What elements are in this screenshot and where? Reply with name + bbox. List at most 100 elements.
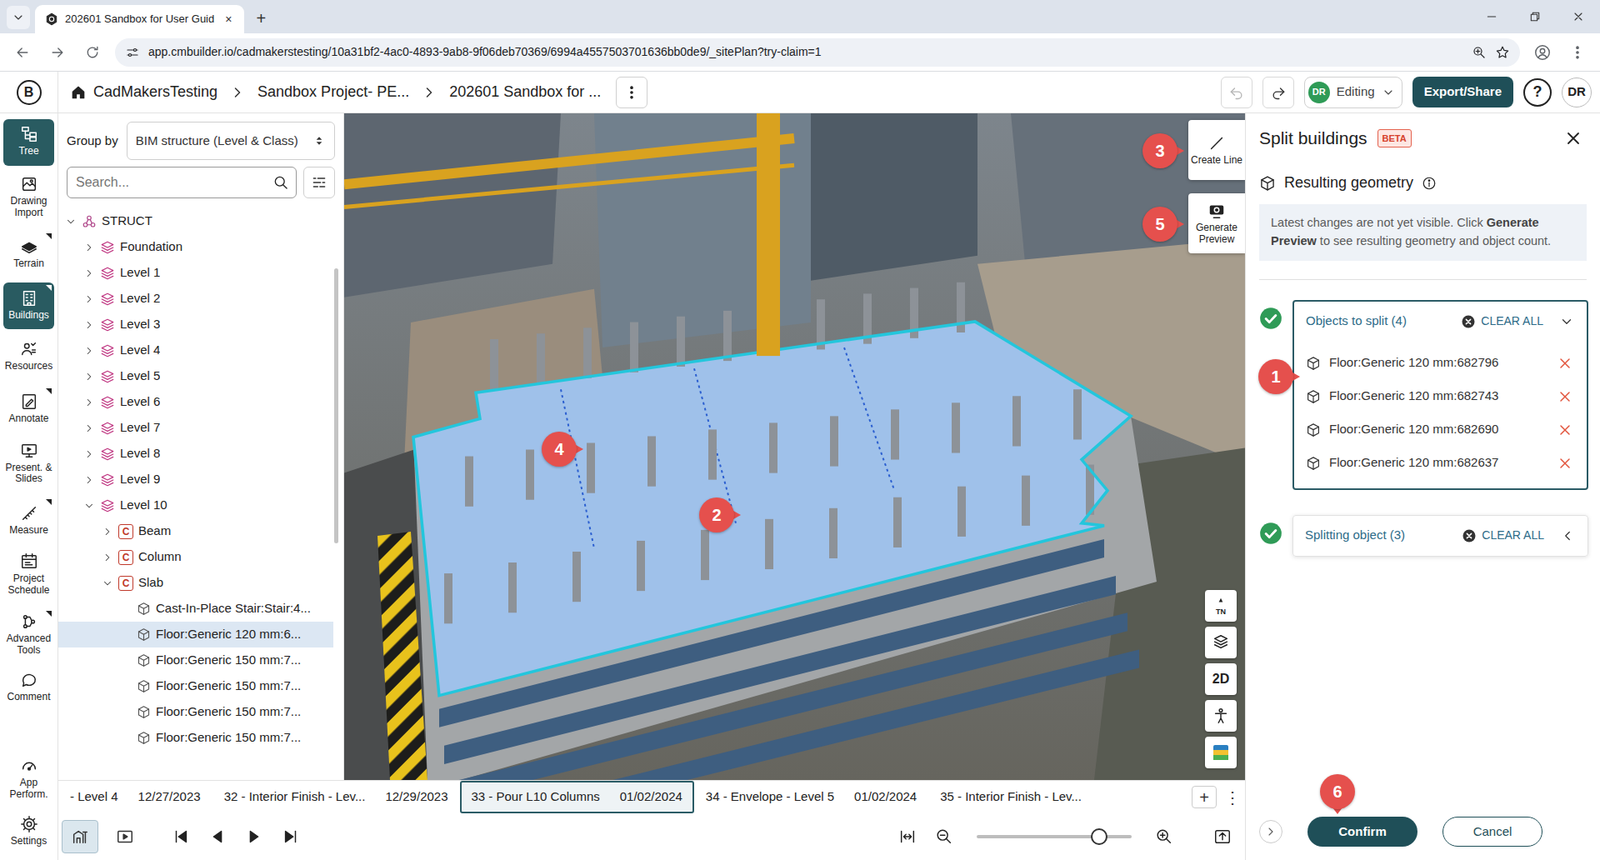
tree-node[interactable]: Floor:Generic 150 mm:7...: [58, 725, 334, 751]
rail-item[interactable]: Project Schedule: [3, 548, 55, 604]
reload-button[interactable]: [80, 40, 105, 65]
breadcrumb[interactable]: CadMakersTesting: [70, 80, 218, 104]
tree-node[interactable]: Level 5: [58, 363, 334, 390]
breadcrumb[interactable]: Sandbox Project- PE...: [257, 80, 410, 104]
clear-all-button[interactable]: CLEAR ALL: [1461, 526, 1545, 545]
tree-node[interactable]: STRUCT: [58, 208, 334, 235]
back-button[interactable]: [10, 40, 35, 65]
tree-node-label[interactable]: Column: [138, 547, 182, 567]
tree-node[interactable]: Level 9: [58, 466, 334, 493]
rail-item[interactable]: Drawing Import: [3, 170, 55, 226]
tree-node-label[interactable]: Level 3: [120, 315, 160, 335]
tree-node-label[interactable]: Floor:Generic 150 mm:7...: [155, 676, 301, 696]
browser-tab[interactable]: 202601 Sandbox for User Guid×: [35, 5, 245, 34]
logo[interactable]: B: [16, 80, 42, 105]
zoom-slider[interactable]: [976, 835, 1132, 839]
tree-node[interactable]: Floor:Generic 150 mm:7...: [58, 673, 334, 700]
3d-viewport[interactable]: Create LineGenerate PreviewTN2D: [344, 113, 1245, 780]
filter-button[interactable]: [303, 166, 335, 199]
timeline-item[interactable]: 34 - Envelope - Level 501/02/2024: [694, 780, 929, 814]
close-panel-button[interactable]: [1560, 125, 1587, 152]
rail-item[interactable]: Terrain: [3, 230, 55, 278]
breadcrumb-label[interactable]: 202601 Sandbox for ...: [449, 80, 601, 104]
browser-menu-button[interactable]: [1565, 40, 1590, 65]
breadcrumb[interactable]: 202601 Sandbox for ...: [449, 80, 601, 104]
redo-button[interactable]: [1262, 76, 1295, 109]
confirm-button[interactable]: Confirm: [1307, 816, 1418, 848]
zoom-in-button[interactable]: [1150, 822, 1179, 851]
tree-node[interactable]: Level 1: [58, 260, 334, 286]
view-nav-button[interactable]: [1205, 626, 1237, 659]
view-nav-button[interactable]: [1205, 736, 1237, 769]
tree-node[interactable]: CColumn: [58, 544, 334, 570]
rail-item[interactable]: Comment: [3, 665, 55, 712]
tree-node-label[interactable]: Level 10: [120, 495, 168, 515]
skip-start-button[interactable]: [166, 822, 195, 851]
tree-node-label[interactable]: STRUCT: [101, 211, 153, 231]
expand-panel-button[interactable]: [1259, 820, 1283, 844]
timeline-item[interactable]: - Level 412/27/2023: [58, 780, 213, 814]
view-toggle[interactable]: [106, 820, 144, 854]
tree-node[interactable]: CBeam: [58, 518, 334, 545]
timeline-item[interactable]: 33 - Pour L10 Columns01/02/2024: [460, 780, 695, 814]
rail-item[interactable]: App Perform.: [3, 752, 55, 805]
close-window-button[interactable]: [1556, 0, 1600, 34]
zoom-slider-knob[interactable]: [1090, 828, 1108, 845]
breadcrumb-label[interactable]: Sandbox Project- PE...: [257, 80, 410, 104]
project-menu-button[interactable]: [615, 76, 648, 109]
help-button[interactable]: ?: [1523, 78, 1552, 107]
remove-button[interactable]: [1555, 420, 1575, 440]
export-share-button[interactable]: Export/Share: [1412, 76, 1514, 108]
rail-item[interactable]: Buildings: [3, 282, 55, 330]
undo-button[interactable]: [1220, 76, 1253, 109]
tree-node-label[interactable]: Floor:Generic 150 mm:7...: [155, 702, 301, 722]
tree-node[interactable]: Level 2: [58, 285, 334, 312]
selection-group[interactable]: Splitting object (3)CLEAR ALL: [1292, 515, 1589, 557]
zoom-out-button[interactable]: [930, 822, 959, 851]
remove-button[interactable]: [1555, 386, 1575, 407]
generate-preview-button[interactable]: Generate Preview: [1188, 193, 1245, 254]
tree-node-label[interactable]: Beam: [138, 521, 171, 541]
forward-button[interactable]: [45, 40, 70, 65]
view-nav-button[interactable]: [1205, 700, 1237, 732]
add-timeline-button[interactable]: +: [1191, 785, 1217, 809]
tree-node-label[interactable]: Level 6: [120, 392, 160, 412]
tree-node-label[interactable]: Level 8: [120, 444, 160, 464]
search-field[interactable]: [66, 166, 297, 199]
tree-node[interactable]: Level 7: [58, 415, 334, 441]
url-text[interactable]: app.cmbuilder.io/cadmakerstesting/10a31b…: [148, 43, 1464, 61]
tree-node-label[interactable]: Level 4: [120, 340, 160, 360]
group-by-value[interactable]: BIM structure (Level & Class): [135, 131, 299, 151]
play-button[interactable]: [240, 822, 269, 851]
tree-node-label[interactable]: Floor:Generic 150 mm:7...: [155, 728, 301, 748]
group-title[interactable]: Objects to split (4): [1305, 311, 1455, 331]
group-by-select[interactable]: BIM structure (Level & Class): [126, 121, 335, 160]
tree-node[interactable]: CSlab: [58, 570, 334, 596]
user-avatar[interactable]: DR: [1561, 77, 1592, 108]
tree-node-label[interactable]: Level 2: [120, 289, 160, 309]
tree-node[interactable]: Level 3: [58, 311, 334, 338]
url-field[interactable]: app.cmbuilder.io/cadmakerstesting/10a31b…: [115, 38, 1520, 67]
rail-item[interactable]: Annotate: [3, 385, 55, 433]
tree-node-label[interactable]: Level 9: [120, 470, 160, 490]
expand-toggle[interactable]: [1557, 525, 1578, 546]
export-button[interactable]: [1208, 822, 1237, 851]
tree-node[interactable]: Level 8: [58, 440, 334, 467]
view-toggle[interactable]: [61, 820, 99, 854]
breadcrumb-label[interactable]: CadMakersTesting: [93, 80, 218, 104]
tree-node-label[interactable]: Level 1: [120, 263, 160, 283]
remove-button[interactable]: [1555, 453, 1575, 474]
tree-node-label[interactable]: Floor:Generic 120 mm:6...: [155, 625, 301, 645]
tree-node[interactable]: Floor:Generic 150 mm:7...: [58, 647, 334, 674]
tree-node-label[interactable]: Foundation: [120, 237, 183, 257]
tree-node[interactable]: Cast-In-Place Stair:Stair:4...: [58, 595, 334, 622]
profile-button[interactable]: [1530, 40, 1555, 65]
scrollbar[interactable]: [333, 210, 340, 780]
tree-node[interactable]: Level 10: [58, 492, 334, 519]
rail-item[interactable]: Present. & Slides: [3, 437, 55, 493]
skip-end-button[interactable]: [276, 822, 305, 851]
tree-node-label[interactable]: Cast-In-Place Stair:Stair:4...: [155, 599, 311, 619]
fit-button[interactable]: [893, 822, 922, 851]
rail-item[interactable]: Measure: [3, 496, 55, 544]
expand-toggle[interactable]: [1556, 311, 1577, 332]
